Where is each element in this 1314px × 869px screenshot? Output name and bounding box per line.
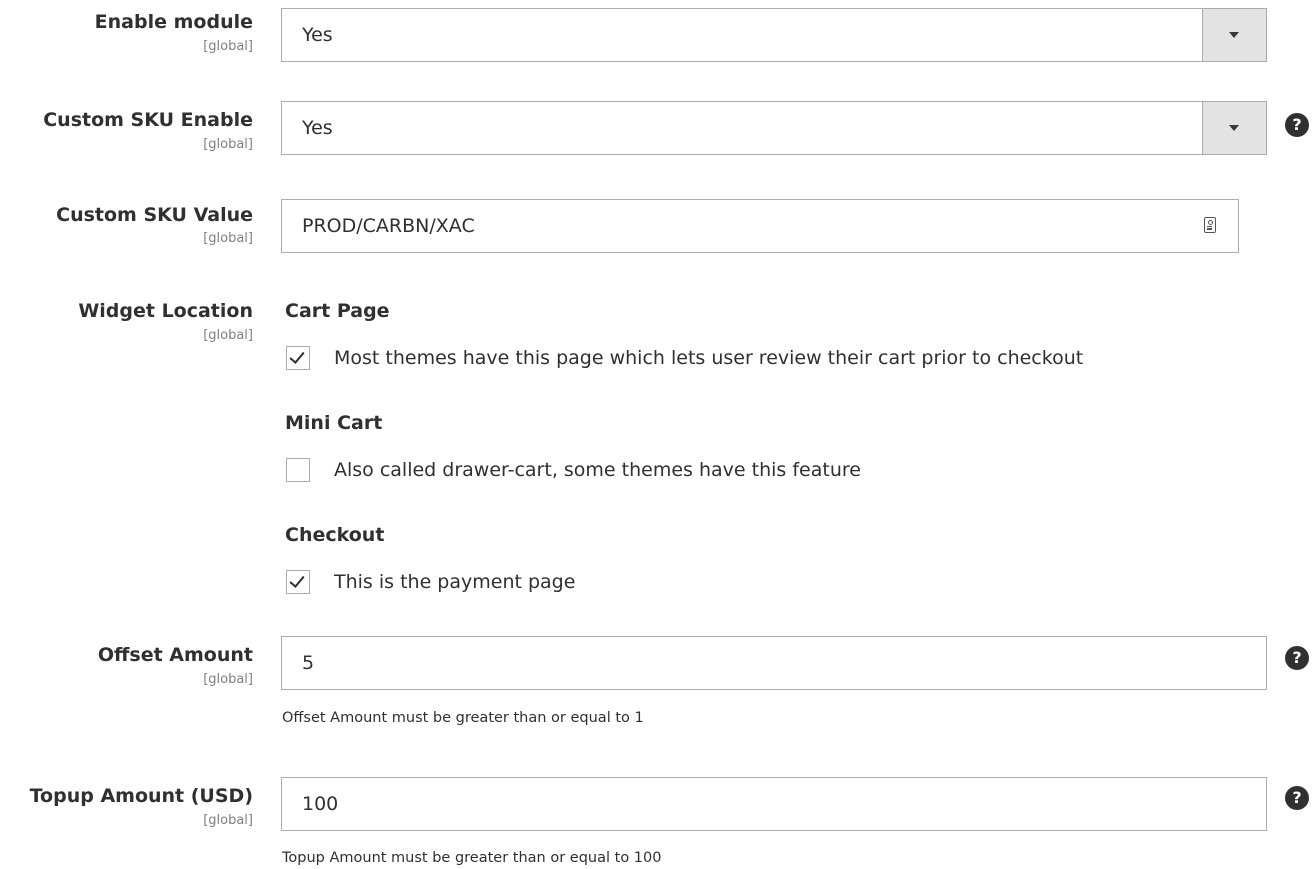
mini-cart-title: Mini Cart bbox=[285, 412, 383, 434]
offset-amount-value: 5 bbox=[302, 652, 315, 674]
custom-sku-value-label: Custom SKU Value bbox=[56, 204, 253, 226]
custom-sku-enable-scope: [global] bbox=[203, 137, 253, 152]
chevron-down-icon bbox=[1229, 32, 1239, 38]
checkmark-icon bbox=[289, 348, 305, 364]
mini-cart-checkbox[interactable] bbox=[286, 458, 310, 482]
chevron-down-icon bbox=[1229, 125, 1239, 131]
topup-amount-value: 100 bbox=[302, 793, 339, 815]
custom-sku-enable-help-icon[interactable]: ? bbox=[1285, 113, 1309, 137]
cart-page-description[interactable]: Most themes have this page which lets us… bbox=[334, 346, 1083, 370]
topup-amount-help-icon[interactable]: ? bbox=[1285, 786, 1309, 810]
topup-amount-input[interactable]: 100 bbox=[281, 777, 1267, 831]
custom-sku-enable-label: Custom SKU Enable bbox=[43, 109, 253, 131]
topup-amount-note: Topup Amount must be greater than or equ… bbox=[282, 850, 662, 866]
enable-module-value: Yes bbox=[302, 24, 333, 46]
custom-sku-enable-dropdown-toggle[interactable] bbox=[1202, 102, 1266, 154]
cart-page-checkbox[interactable] bbox=[286, 346, 310, 370]
checkout-description[interactable]: This is the payment page bbox=[334, 570, 575, 594]
mini-cart-description[interactable]: Also called drawer-cart, some themes hav… bbox=[334, 458, 861, 482]
widget-location-scope: [global] bbox=[203, 328, 253, 343]
custom-sku-value-input[interactable]: PROD/CARBN/XAC bbox=[281, 199, 1239, 253]
widget-location-label: Widget Location bbox=[78, 300, 253, 322]
topup-amount-label: Topup Amount (USD) bbox=[29, 785, 253, 807]
custom-sku-enable-value: Yes bbox=[302, 117, 333, 139]
checkmark-icon bbox=[289, 572, 305, 588]
custom-sku-value-scope: [global] bbox=[203, 231, 253, 246]
enable-module-scope: [global] bbox=[203, 39, 253, 54]
enable-module-select[interactable]: Yes bbox=[281, 8, 1267, 62]
enable-module-label: Enable module bbox=[94, 11, 253, 33]
contact-card-icon[interactable] bbox=[1204, 217, 1216, 233]
offset-amount-label: Offset Amount bbox=[97, 644, 253, 666]
offset-amount-scope: [global] bbox=[203, 672, 253, 687]
topup-amount-scope: [global] bbox=[203, 813, 253, 828]
enable-module-dropdown-toggle[interactable] bbox=[1202, 9, 1266, 61]
checkout-title: Checkout bbox=[285, 524, 385, 546]
offset-amount-help-icon[interactable]: ? bbox=[1285, 646, 1309, 670]
custom-sku-enable-select[interactable]: Yes bbox=[281, 101, 1267, 155]
offset-amount-input[interactable]: 5 bbox=[281, 636, 1267, 690]
custom-sku-value-text: PROD/CARBN/XAC bbox=[302, 215, 475, 237]
cart-page-title: Cart Page bbox=[285, 300, 390, 322]
checkout-checkbox[interactable] bbox=[286, 570, 310, 594]
offset-amount-note: Offset Amount must be greater than or eq… bbox=[282, 710, 644, 726]
